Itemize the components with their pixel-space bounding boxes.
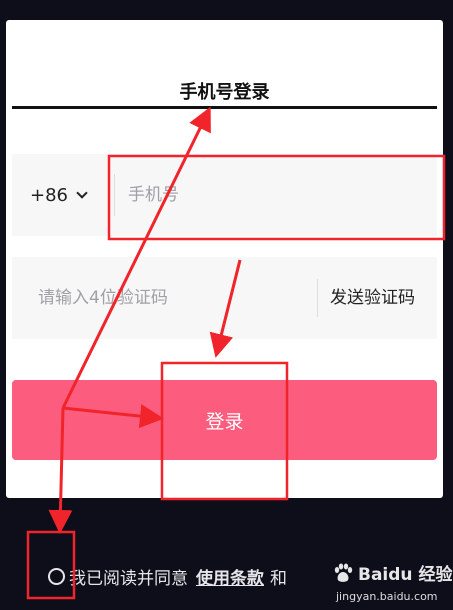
paw-icon: [334, 563, 353, 582]
agreement-text: 我已阅读并同意: [69, 569, 188, 589]
divider: [317, 279, 318, 317]
phone-row: +86: [12, 154, 437, 236]
terms-link[interactable]: 使用条款: [196, 564, 264, 589]
and-text: 和: [270, 569, 287, 589]
login-card: 手机号登录 +86 发送验证码 登录: [6, 20, 443, 498]
phone-input[interactable]: [128, 154, 428, 236]
country-code-selector[interactable]: +86: [30, 154, 110, 236]
verification-code-input[interactable]: [38, 257, 308, 339]
title-underline: [12, 106, 437, 109]
watermark-brand: Baidu 经验: [358, 565, 453, 585]
baidu-watermark: Baidu 经验: [332, 560, 452, 585]
agreement-row: 我已阅读并同意 使用条款 和: [48, 564, 287, 589]
login-button[interactable]: 登录: [12, 380, 437, 460]
send-code-button[interactable]: 发送验证码: [330, 257, 415, 339]
divider: [114, 174, 115, 216]
watermark-url: jingyan.baidu.com: [336, 590, 438, 603]
agree-radio-icon[interactable]: [48, 568, 65, 585]
code-row: 发送验证码: [12, 257, 437, 339]
page-title: 手机号登录: [179, 82, 270, 103]
country-code: +86: [30, 184, 68, 206]
chevron-down-icon: [76, 186, 88, 199]
